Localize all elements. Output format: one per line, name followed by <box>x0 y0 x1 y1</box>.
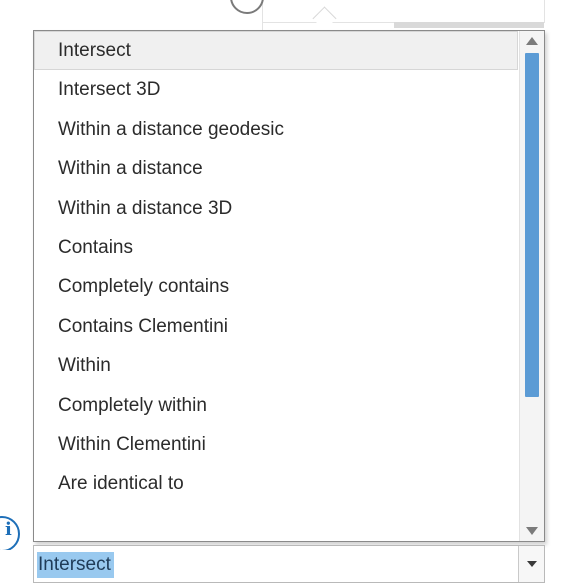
background-left-panel <box>30 0 264 30</box>
combobox-dropdown-button[interactable] <box>518 546 544 582</box>
stage: Intersect Intersect 3D Within a distance… <box>0 0 561 584</box>
info-icon-glyph: i <box>5 519 12 540</box>
dropdown-item-intersect[interactable]: Intersect <box>34 31 518 71</box>
background-strip <box>394 22 544 28</box>
scroll-up-arrow-icon[interactable] <box>520 31 544 51</box>
relationship-dropdown-list[interactable]: Intersect Intersect 3D Within a distance… <box>33 30 545 542</box>
dropdown-item-within-distance-3d[interactable]: Within a distance 3D <box>34 189 518 228</box>
dropdown-item-within-distance[interactable]: Within a distance <box>34 149 518 188</box>
info-icon[interactable]: i <box>0 514 36 550</box>
background-right-panel <box>262 0 545 23</box>
dropdown-item-contains[interactable]: Contains <box>34 228 518 267</box>
chevron-down-icon <box>526 561 537 567</box>
dropdown-items: Intersect Intersect 3D Within a distance… <box>34 31 518 541</box>
dropdown-item-within-clementini[interactable]: Within Clementini <box>34 425 518 464</box>
background-panel <box>0 0 561 31</box>
dropdown-item-are-identical-to[interactable]: Are identical to <box>34 464 518 503</box>
dropdown-item-intersect-3d[interactable]: Intersect 3D <box>34 70 518 109</box>
dropdown-item-within[interactable]: Within <box>34 346 518 385</box>
dropdown-scrollbar[interactable] <box>519 31 544 541</box>
dropdown-item-completely-within[interactable]: Completely within <box>34 386 518 425</box>
dropdown-item-within-distance-geodesic[interactable]: Within a distance geodesic <box>34 110 518 149</box>
combobox-selected-value[interactable]: Intersect <box>37 552 114 578</box>
background-circle-icon <box>230 0 264 14</box>
scroll-down-arrow-icon[interactable] <box>520 521 544 541</box>
relationship-combobox[interactable]: Intersect <box>33 545 545 583</box>
dropdown-item-completely-contains[interactable]: Completely contains <box>34 267 518 306</box>
dropdown-item-contains-clementini[interactable]: Contains Clementini <box>34 307 518 346</box>
scrollbar-thumb[interactable] <box>525 53 539 397</box>
